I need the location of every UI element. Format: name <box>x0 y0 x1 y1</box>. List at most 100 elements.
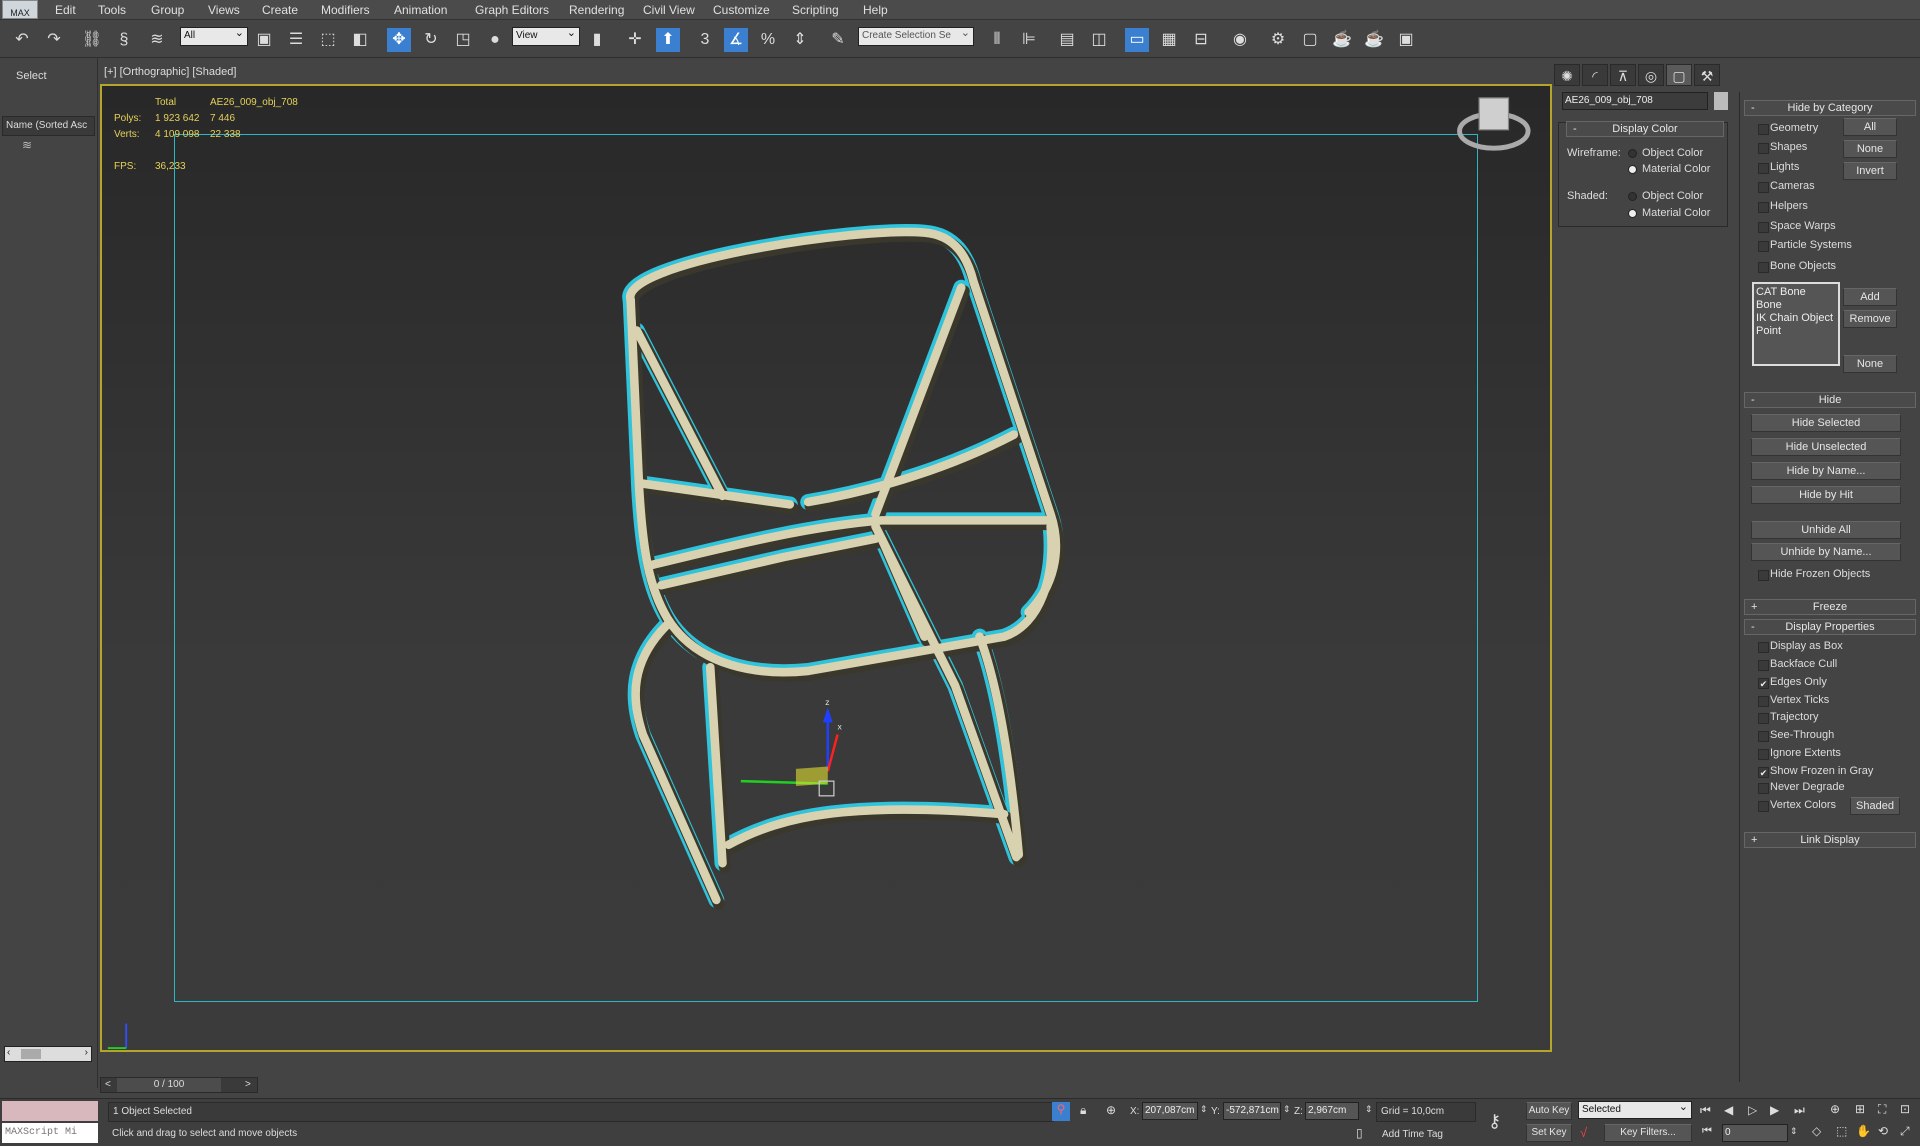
scroll-left-icon[interactable]: ‹ <box>7 1047 10 1058</box>
trajectory-label[interactable]: Trajectory <box>1770 711 1819 723</box>
rotate-icon[interactable]: ↻ <box>419 28 443 52</box>
named-selection-input[interactable]: Create Selection Se <box>858 26 974 46</box>
zoom-region-icon[interactable]: ⬚ <box>1836 1124 1847 1138</box>
wireframe-object-color-label[interactable]: Object Color <box>1642 147 1703 159</box>
category-space-warps-label[interactable]: Space Warps <box>1770 220 1836 232</box>
never-degrade-checkbox[interactable] <box>1758 783 1769 794</box>
app-logo[interactable]: MAX <box>2 0 38 19</box>
x-spinner[interactable]: ⇕ <box>1200 1104 1208 1115</box>
hide-by-hit-button[interactable]: Hide by Hit <box>1751 486 1901 504</box>
category-particle-systems-label[interactable]: Particle Systems <box>1770 239 1852 251</box>
menu-views[interactable]: Views <box>208 3 240 17</box>
menu-modifiers[interactable]: Modifiers <box>321 3 370 17</box>
hide-frozen-objects-label[interactable]: Hide Frozen Objects <box>1770 568 1870 580</box>
spinner-snap-icon[interactable]: ⇕ <box>788 28 812 52</box>
mirror-icon[interactable]: ⫴ <box>985 28 1009 52</box>
category-geometry-label[interactable]: Geometry <box>1770 122 1818 134</box>
scroll-right-icon[interactable]: › <box>85 1047 88 1058</box>
add-time-tag-button[interactable]: Add Time Tag <box>1382 1129 1443 1140</box>
category-helpers-label[interactable]: Helpers <box>1770 200 1808 212</box>
go-to-end-icon[interactable]: ⏭ <box>1794 1103 1805 1118</box>
select-label[interactable]: Select <box>16 70 47 82</box>
modify-tab-icon[interactable]: ◜ <box>1582 64 1608 86</box>
menu-group[interactable]: Group <box>151 3 184 17</box>
hide-unselected-button[interactable]: Hide Unselected <box>1751 438 1901 456</box>
motion-tab-icon[interactable]: ◎ <box>1638 64 1664 86</box>
play-icon[interactable]: ▷ <box>1748 1103 1757 1117</box>
category-bone-objects-label[interactable]: Bone Objects <box>1770 260 1836 272</box>
show-frozen-in-gray-checkbox[interactable]: ✔ <box>1758 767 1769 778</box>
key-mode-dropdown[interactable]: Selected <box>1578 1100 1692 1119</box>
utilities-tab-icon[interactable]: ⚒ <box>1694 64 1720 86</box>
isolate-selection-icon[interactable]: ⚲ <box>1052 1102 1070 1121</box>
display-color-header[interactable]: - Display Color <box>1566 121 1724 137</box>
category-shapes-checkbox[interactable] <box>1758 143 1769 154</box>
key-tangent-icon[interactable]: √ <box>1580 1125 1587 1140</box>
link-display-header[interactable]: + Link Display <box>1744 832 1916 848</box>
menu-edit[interactable]: Edit <box>55 3 76 17</box>
time-slider[interactable]: < 0 / 100 > <box>100 1077 258 1093</box>
hide-header[interactable]: - Hide <box>1744 392 1916 408</box>
place-icon[interactable]: ● <box>483 28 507 52</box>
category-space-warps-checkbox[interactable] <box>1758 222 1769 233</box>
object-name-field[interactable]: AE26_009_obj_708 <box>1562 92 1708 110</box>
maximize-viewport-icon[interactable]: ⤢ <box>1900 1124 1910 1139</box>
zoom-extents-icon[interactable]: ⛶ <box>1878 1102 1886 1117</box>
set-key-button[interactable]: Set Key <box>1526 1124 1572 1142</box>
edit-named-selection-icon[interactable]: ✎ <box>826 28 850 52</box>
category-bone-objects-checkbox[interactable] <box>1758 262 1769 273</box>
schematic-view-icon[interactable]: ⊟ <box>1189 28 1213 52</box>
layer-explorer-icon[interactable]: ◫ <box>1087 28 1111 52</box>
menu-graph-editors[interactable]: Graph Editors <box>475 3 549 17</box>
freeze-header[interactable]: + Freeze <box>1744 599 1916 615</box>
z-spinner[interactable]: ⇕ <box>1365 1104 1373 1115</box>
pan-icon[interactable]: ✋ <box>1856 1124 1871 1138</box>
percent-snap-icon[interactable]: % <box>756 28 780 52</box>
ref-coord-dropdown[interactable]: View <box>512 26 580 46</box>
category-invert-button[interactable]: Invert <box>1843 162 1897 180</box>
y-spinner[interactable]: ⇕ <box>1283 1104 1291 1115</box>
vertex-colors-shaded-button[interactable]: Shaded <box>1850 797 1900 815</box>
category-list-none-button[interactable]: None <box>1843 355 1897 373</box>
select-by-name-icon[interactable]: ☰ <box>284 28 308 52</box>
menu-rendering[interactable]: Rendering <box>569 3 624 17</box>
menu-help[interactable]: Help <box>863 3 888 17</box>
zoom-icon[interactable]: ⊕ <box>1830 1102 1840 1116</box>
menu-scripting[interactable]: Scripting <box>792 3 839 17</box>
viewport-label[interactable]: [+] [Orthographic] [Shaded] <box>104 66 236 78</box>
go-to-start-icon[interactable]: ⏮ <box>1700 1103 1711 1118</box>
zoom-extents-all-icon[interactable]: ⊡ <box>1900 1102 1910 1116</box>
key-mode-toggle-icon[interactable]: ⏮ <box>1702 1125 1712 1138</box>
hide-by-name-button[interactable]: Hide by Name... <box>1751 462 1901 480</box>
shaded-material-color-label[interactable]: Material Color <box>1642 207 1710 219</box>
keyboard-shortcut-override-icon[interactable]: ⬆ <box>656 28 680 52</box>
window-crossing-icon[interactable]: ◧ <box>348 28 372 52</box>
shaded-material-color-radio[interactable] <box>1628 209 1637 218</box>
wireframe-material-color-radio[interactable] <box>1628 165 1637 174</box>
category-remove-button[interactable]: Remove <box>1843 310 1897 328</box>
z-coordinate-field[interactable]: 2,967cm <box>1305 1102 1359 1120</box>
zoom-all-icon[interactable]: ⊞ <box>1855 1102 1865 1116</box>
selection-lock-icon[interactable]: 🔒︎ <box>1080 1103 1086 1118</box>
category-particle-systems-checkbox[interactable] <box>1758 241 1769 252</box>
unhide-all-button[interactable]: Unhide All <box>1751 521 1901 539</box>
set-key-mode-icon[interactable]: ⚷ <box>1488 1111 1501 1132</box>
display-as-box-checkbox[interactable] <box>1758 642 1769 653</box>
vertex-ticks-checkbox[interactable] <box>1758 696 1769 707</box>
shaded-object-color-label[interactable]: Object Color <box>1642 190 1703 202</box>
menu-civil-view[interactable]: Civil View <box>643 3 695 17</box>
list-item[interactable]: IK Chain Object <box>1756 312 1836 325</box>
render-icon[interactable]: ☕ <box>1330 28 1354 52</box>
bone-category-list[interactable]: CAT Bone Bone IK Chain Object Point <box>1752 282 1840 366</box>
current-frame-field[interactable]: 0 <box>1722 1124 1788 1142</box>
ribbon-icon[interactable]: ▭ <box>1125 28 1149 52</box>
see-through-label[interactable]: See-Through <box>1770 729 1834 741</box>
show-frozen-in-gray-label[interactable]: Show Frozen in Gray <box>1770 765 1873 777</box>
display-as-box-label[interactable]: Display as Box <box>1770 640 1843 652</box>
hide-selected-button[interactable]: Hide Selected <box>1751 414 1901 432</box>
frame-spinner[interactable]: ⇕ <box>1790 1126 1798 1137</box>
render-shortcuts-icon[interactable]: ▣ <box>1394 28 1418 52</box>
category-helpers-checkbox[interactable] <box>1758 202 1769 213</box>
category-lights-checkbox[interactable] <box>1758 163 1769 174</box>
align-icon[interactable]: ⊫ <box>1017 28 1041 52</box>
